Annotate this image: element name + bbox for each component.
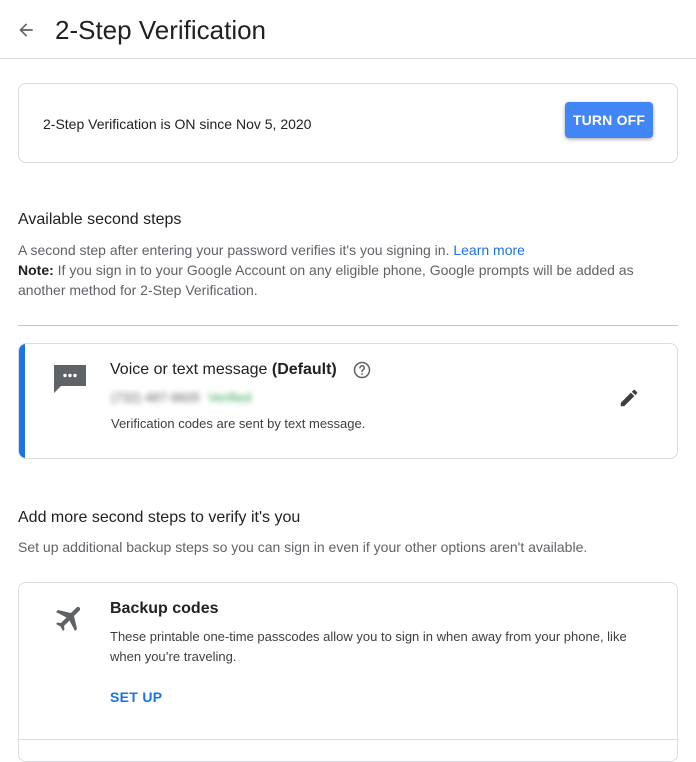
- learn-more-link[interactable]: Learn more: [453, 242, 525, 258]
- backup-codes-desc: These printable one-time passcodes allow…: [110, 629, 627, 664]
- note-text: If you sign in to your Google Account on…: [18, 262, 634, 298]
- voice-method-card: Voice or text message (Default) (732) 48…: [18, 343, 678, 459]
- backup-codes-card: Backup codes These printable one-time pa…: [18, 582, 678, 762]
- message-icon: [54, 365, 86, 393]
- add-more-desc: Set up additional backup steps so you ca…: [18, 539, 588, 555]
- verified-badge: Verified: [207, 389, 252, 405]
- voice-method-title: Voice or text message (Default): [110, 360, 337, 380]
- airplane-icon: [55, 606, 81, 632]
- default-accent-bar: [19, 344, 25, 458]
- card-divider: [18, 739, 678, 740]
- available-steps-title: Available second steps: [18, 211, 182, 228]
- page-title: 2-Step Verification: [55, 15, 267, 45]
- section-divider: [18, 325, 678, 326]
- edit-button[interactable]: [615, 384, 643, 412]
- voice-method-desc: Verification codes are sent by text mess…: [111, 416, 366, 431]
- voice-method-name: Voice or text message: [110, 361, 268, 378]
- edit-icon: [620, 389, 638, 407]
- backup-codes-title: Backup codes: [110, 600, 219, 617]
- status-text: 2-Step Verification is ON since Nov 5, 2…: [43, 116, 312, 132]
- help-icon[interactable]: [353, 361, 371, 379]
- default-label: (Default): [271, 361, 337, 378]
- note-label: Note:: [18, 262, 54, 278]
- add-more-title: Add more second steps to verify it's you: [18, 509, 301, 526]
- phone-number: (732) 487-9605: [111, 389, 200, 405]
- phone-row: (732) 487-9605 Verified: [111, 388, 251, 406]
- arrow-back-icon: [19, 23, 33, 37]
- back-button[interactable]: [12, 16, 40, 44]
- available-steps-text: A second step after entering your passwo…: [18, 242, 450, 258]
- set-up-button[interactable]: SET UP: [110, 689, 162, 705]
- status-card: 2-Step Verification is ON since Nov 5, 2…: [18, 83, 678, 163]
- page-header: 2-Step Verification: [0, 0, 696, 59]
- available-steps-desc: A second step after entering your passwo…: [18, 240, 668, 300]
- turn-off-button[interactable]: TURN OFF: [565, 102, 653, 138]
